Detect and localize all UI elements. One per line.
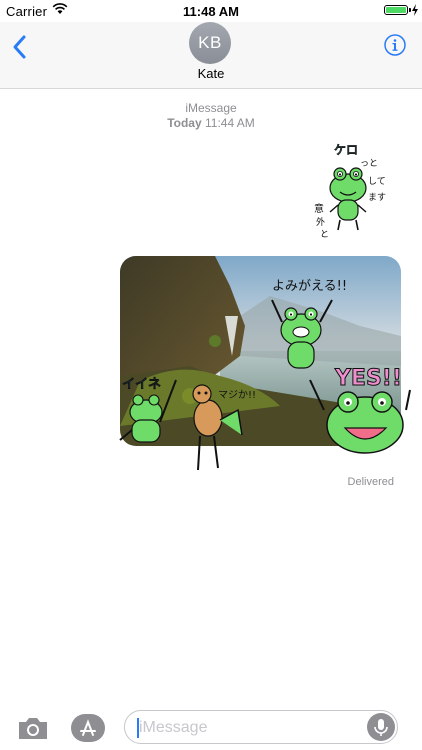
app-store-button[interactable] — [71, 714, 105, 742]
message-input[interactable]: iMessage — [124, 710, 398, 744]
sticker-text-kero: ケロ — [334, 143, 358, 157]
sticker-text-masu: ます — [368, 192, 386, 203]
message-placeholder: iMessage — [139, 719, 208, 736]
frog-sticker-message[interactable]: ケロ っと して ます 意 外 と — [312, 140, 388, 240]
conversation-meta: iMessage Today 11:44 AM — [0, 101, 422, 131]
delivery-status: Delivered — [347, 476, 394, 488]
status-time: 11:48 AM — [183, 4, 239, 19]
contact-avatar[interactable]: KB — [189, 22, 231, 64]
landscape-photo — [120, 256, 401, 446]
microphone-icon — [374, 719, 388, 736]
sticker-text-tto: っと — [360, 158, 378, 169]
info-icon[interactable] — [384, 34, 406, 56]
sticker-text-gai: 外 — [316, 216, 325, 228]
app-store-icon — [80, 719, 96, 736]
microphone-button[interactable] — [367, 713, 395, 741]
battery-icon — [384, 5, 408, 15]
conversation-header: KB Kate — [0, 22, 422, 89]
frog-illustration — [329, 167, 367, 231]
battery-tip — [409, 8, 411, 12]
day-label: Today — [167, 116, 202, 130]
back-chevron-icon[interactable] — [10, 32, 30, 62]
sticker-text-i: 意 — [314, 202, 324, 215]
photo-message[interactable] — [120, 256, 401, 446]
sticker-text-to: と — [320, 229, 329, 240]
charging-icon — [412, 4, 418, 16]
compose-bar: iMessage — [0, 700, 422, 750]
sticker-text-shite: して — [368, 176, 386, 187]
time-label: 11:44 AM — [204, 116, 255, 130]
contact-name[interactable]: Kate — [0, 66, 422, 81]
status-bar: Carrier 11:48 AM — [0, 0, 422, 22]
camera-icon[interactable] — [16, 714, 50, 742]
service-label: iMessage — [185, 101, 237, 115]
timestamp: Today 11:44 AM — [0, 116, 422, 131]
